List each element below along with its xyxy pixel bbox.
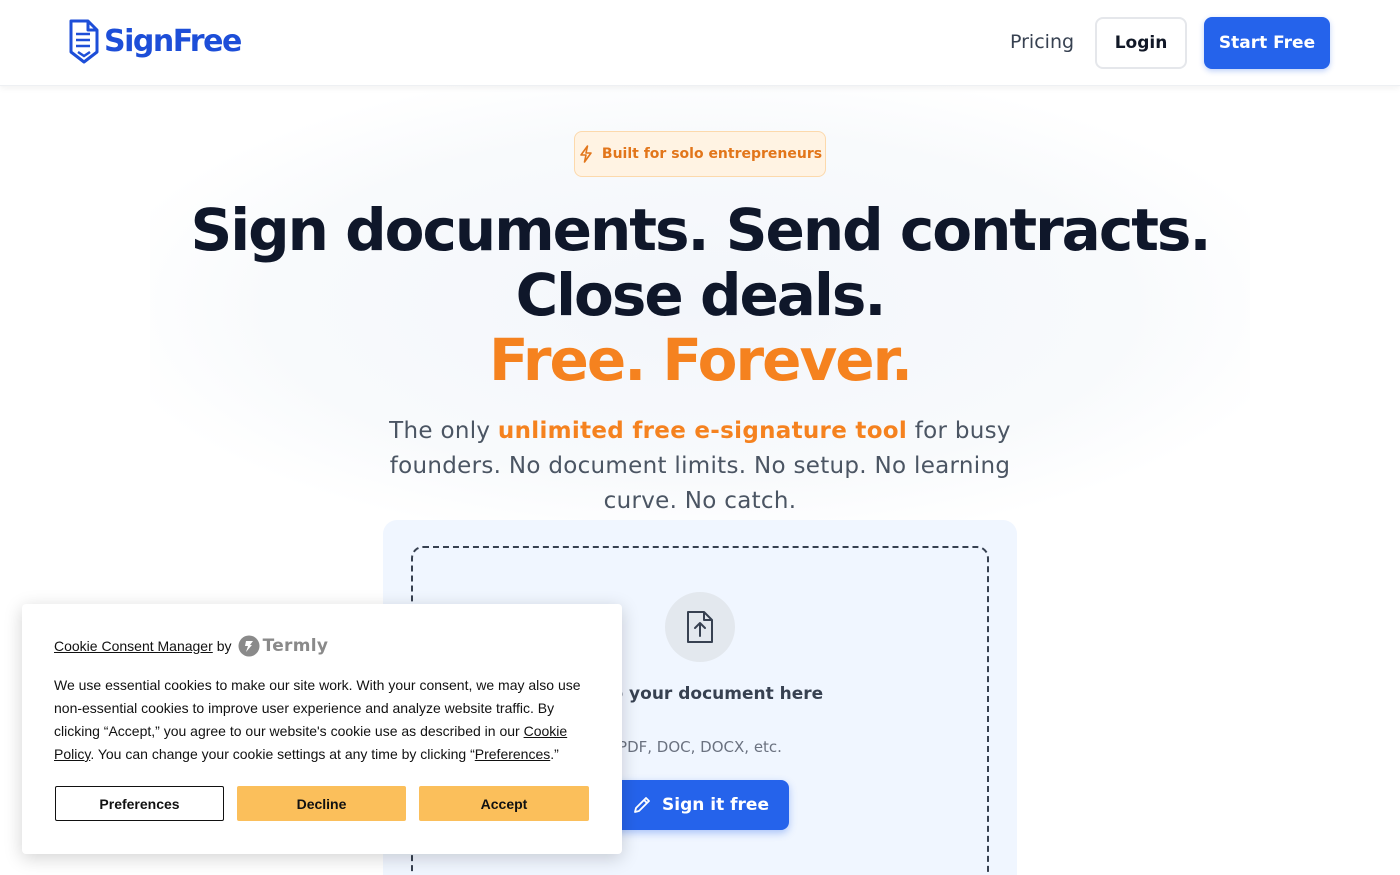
sign-button-label: Sign it free — [662, 795, 769, 815]
nav-pricing-link[interactable]: Pricing — [1010, 31, 1074, 53]
cookie-header: Cookie Consent Manager by Termly — [54, 635, 328, 657]
sign-it-free-button[interactable]: Sign it free — [612, 780, 789, 830]
cookie-description: We use essential cookies to make our sit… — [54, 674, 590, 766]
cookie-manager-link[interactable]: Cookie Consent Manager — [54, 638, 213, 654]
cookie-body-part-2: . You can change your cookie settings at… — [90, 746, 475, 762]
termly-logo[interactable]: Termly — [238, 635, 329, 657]
cookie-body-part-1: We use essential cookies to make our sit… — [54, 677, 581, 739]
lightning-icon — [580, 145, 592, 163]
site-header: SignFree Pricing Login Start Free — [0, 0, 1400, 86]
badge-text: Built for solo entrepreneurs — [601, 146, 823, 162]
logo-mark-icon — [69, 19, 99, 64]
cookie-by-text: by — [216, 638, 232, 654]
audience-badge: Built for solo entrepreneurs — [574, 131, 826, 177]
cookie-body-part-3: .” — [550, 746, 559, 762]
cookie-accept-button[interactable]: Accept — [419, 786, 589, 821]
headline-line-2: Close deals. — [515, 261, 887, 329]
preferences-link[interactable]: Preferences — [475, 746, 550, 762]
headline-line-1: Sign documents. Send contracts. — [190, 196, 1212, 264]
upload-file-icon — [687, 611, 713, 643]
termly-brand-text: Termly — [262, 636, 329, 656]
cookie-decline-button[interactable]: Decline — [237, 786, 406, 821]
cookie-preferences-button[interactable]: Preferences — [55, 786, 224, 821]
start-free-button[interactable]: Start Free — [1204, 17, 1330, 69]
logo-link[interactable]: SignFree — [68, 18, 242, 64]
upload-icon-circle — [665, 592, 735, 662]
subtitle-prefix: The only — [389, 418, 498, 444]
logo-text: SignFree — [104, 23, 242, 59]
cookie-consent-banner: Cookie Consent Manager by Termly We use … — [22, 604, 622, 854]
headline-line-3: Free. Forever. — [489, 326, 913, 394]
login-button[interactable]: Login — [1095, 17, 1187, 69]
subtitle-highlight: unlimited free e-signature tool — [497, 418, 908, 444]
hero-subtitle: The only unlimited free e-signature tool… — [360, 414, 1040, 519]
pen-icon — [634, 797, 650, 813]
termly-logo-icon — [238, 635, 260, 657]
